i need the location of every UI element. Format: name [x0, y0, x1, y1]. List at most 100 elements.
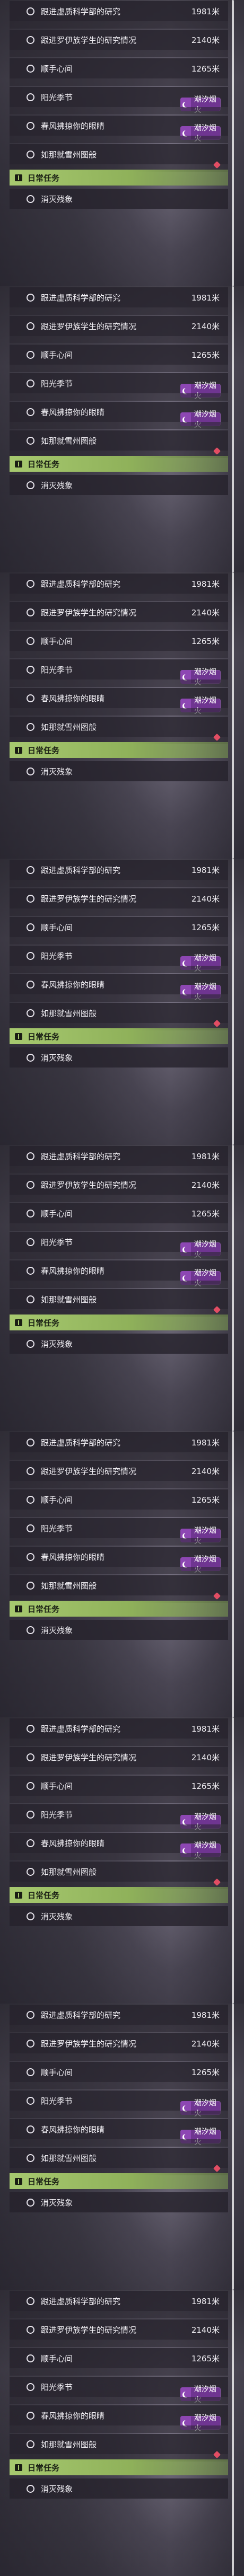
quest-row[interactable]: 跟进虚质科学部的研究 1981米 [10, 2291, 228, 2311]
quest-row[interactable]: 跟进罗伊族学生的研究情况 2140米 [10, 316, 228, 336]
quest-row[interactable]: 顺手心间 1265米 [10, 917, 228, 937]
quest-row[interactable]: 跟进罗伊族学生的研究情况 2140米 [10, 2319, 228, 2340]
quest-row-spacer [10, 50, 228, 57]
event-quest-row[interactable]: 如那就雪州图般 [10, 1003, 228, 1023]
scrollbar-thumb[interactable] [232, 1431, 234, 1717]
quest-row[interactable]: 顺手心间 1265米 [10, 2348, 228, 2368]
daily-quest-row[interactable]: 消灭残象 [10, 1620, 228, 1640]
scrollbar[interactable] [232, 2290, 234, 2576]
circle-outline-icon [27, 322, 34, 330]
quest-row[interactable]: 跟进虚质科学部的研究 1981米 [10, 2005, 228, 2025]
scrollbar-thumb[interactable] [232, 2290, 234, 2576]
daily-tasks-header[interactable]: 日常任务 [10, 742, 228, 758]
daily-quest-row[interactable]: 消灭残象 [10, 761, 228, 781]
scrollbar-thumb[interactable] [232, 572, 234, 859]
circle-outline-icon [27, 2383, 34, 2391]
event-quest-row[interactable]: 如那就雪州图般 [10, 717, 228, 737]
daily-quest-row[interactable]: 消灭残象 [10, 1047, 228, 1068]
quest-name: 消灭残象 [41, 766, 73, 777]
screenshot-frame: 跟进虚质科学部的研究 1981米 跟进罗伊族学生的研究情况 2140米顺手心间 1265… [0, 572, 244, 859]
quest-row-spacer [10, 1538, 228, 1546]
scrollbar[interactable] [232, 286, 234, 572]
scrollbar[interactable] [232, 1717, 234, 2004]
daily-quest-row[interactable]: 消灭残象 [10, 1334, 228, 1354]
quest-row[interactable]: 跟进罗伊族学生的研究情况 2140米 [10, 30, 228, 50]
quest-row[interactable]: 跟进虚质科学部的研究 1981米 [10, 1718, 228, 1739]
daily-tasks-header[interactable]: 日常任务 [10, 1315, 228, 1330]
quest-row-spacer [10, 880, 228, 887]
quest-row[interactable]: 顺手心间 1265米 [10, 58, 228, 78]
circle-outline-icon [27, 379, 34, 387]
quest-row[interactable]: 顺手心间 1265米 [10, 1776, 228, 1796]
quest-row[interactable]: 顺手心间 1265米 [10, 2062, 228, 2082]
scrollbar[interactable] [232, 572, 234, 859]
daily-tasks-header[interactable]: 日常任务 [10, 2459, 228, 2475]
book-icon [15, 1891, 22, 1899]
quest-row-spacer [10, 680, 228, 687]
scrollbar-thumb[interactable] [232, 2004, 234, 2290]
scrollbar-thumb[interactable] [232, 1145, 234, 1431]
daily-tasks-header[interactable]: 日常任务 [10, 2173, 228, 2189]
quest-row[interactable]: 跟进虚质科学部的研究 1981米 [10, 1432, 228, 1452]
quest-row[interactable]: 跟进罗伊族学生的研究情况 2140米 [10, 602, 228, 622]
scrollbar[interactable] [232, 1145, 234, 1431]
daily-quest-row[interactable]: 消灭残象 [10, 2478, 228, 2499]
quest-distance: 1981米 [191, 1724, 220, 1734]
quest-distance: 1265米 [191, 1781, 220, 1791]
scrollbar[interactable] [232, 2004, 234, 2290]
book-icon [15, 2464, 22, 2471]
scrollbar-thumb[interactable] [232, 859, 234, 1145]
event-quest-row[interactable]: 如那就雪州图般 [10, 2148, 228, 2168]
quest-row-spacer [10, 2397, 228, 2404]
quest-row[interactable]: 跟进虚质科学部的研究 1981米 [10, 287, 228, 307]
daily-quest-row[interactable]: 消灭残象 [10, 1906, 228, 1926]
daily-tasks-header[interactable]: 日常任务 [10, 456, 228, 472]
quest-row[interactable]: 跟进虚质科学部的研究 1981米 [10, 1, 228, 21]
daily-quest-row[interactable]: 消灭残象 [10, 2192, 228, 2212]
scrollbar-thumb[interactable] [232, 286, 234, 572]
event-quest-row[interactable]: 如那就雪州图般 [10, 1862, 228, 1882]
scrollbar[interactable] [232, 859, 234, 1145]
quest-tracker-panel: 跟进虚质科学部的研究 1981米 跟进罗伊族学生的研究情况 2140米 顺手心间 1265… [10, 1431, 228, 1717]
quest-row[interactable]: 跟进虚质科学部的研究 1981米 [10, 574, 228, 594]
event-quest-row[interactable]: 如那就雪州图般 [10, 430, 228, 451]
quest-name: 阳光季节 [41, 378, 73, 389]
quest-name: 顺手心间 [41, 350, 73, 360]
quest-row[interactable]: 跟进虚质科学部的研究 1981米 [10, 860, 228, 880]
quest-name: 顺手心间 [41, 636, 73, 646]
daily-tasks-header[interactable]: 日常任务 [10, 1887, 228, 1903]
quest-row[interactable]: 跟进虚质科学部的研究 1981米 [10, 1146, 228, 1166]
event-quest-row[interactable]: 如那就雪州图般 [10, 1289, 228, 1309]
daily-quest-row[interactable]: 消灭残象 [10, 475, 228, 495]
daily-tasks-header[interactable]: 日常任务 [10, 1028, 228, 1044]
scrollbar-thumb[interactable] [232, 1717, 234, 2004]
quest-name: 跟进虚质科学部的研究 [41, 1724, 121, 1734]
quest-row[interactable]: 跟进罗伊族学生的研究情况 2140米 [10, 1461, 228, 1481]
quest-row[interactable]: 顺手心间 1265米 [10, 345, 228, 365]
quest-row[interactable]: 顺手心间 1265米 [10, 1203, 228, 1223]
scrollbar-thumb[interactable] [232, 0, 234, 286]
event-quest-row[interactable]: 如那就雪州图般 [10, 1575, 228, 1595]
scrollbar[interactable] [232, 1431, 234, 1717]
quest-name: 消灭残象 [41, 2198, 73, 2208]
quest-row[interactable]: 跟进罗伊族学生的研究情况 2140米 [10, 888, 228, 908]
daily-tasks-header[interactable]: 日常任务 [10, 170, 228, 186]
daily-quest-row[interactable]: 消灭残象 [10, 189, 228, 209]
quest-name: 跟进罗伊族学生的研究情况 [41, 321, 137, 331]
quest-row[interactable]: 跟进罗伊族学生的研究情况 2140米 [10, 1175, 228, 1195]
quest-name: 春风拂掠你的眼睛 [41, 1552, 105, 1562]
event-quest-row[interactable]: 如那就雪州图般 [10, 144, 228, 164]
quest-row[interactable]: 顺手心间 1265米 [10, 631, 228, 651]
daily-tasks-header[interactable]: 日常任务 [10, 1601, 228, 1617]
event-quest-row[interactable]: 如那就雪州图般 [10, 2434, 228, 2454]
scrollbar[interactable] [232, 0, 234, 286]
quest-row-spacer [10, 1824, 228, 1832]
circle-outline-icon [27, 121, 34, 130]
quest-row[interactable]: 跟进罗伊族学生的研究情况 2140米 [10, 1747, 228, 1767]
circle-outline-icon [27, 2354, 34, 2362]
quest-row[interactable]: 跟进罗伊族学生的研究情况 2140米 [10, 2033, 228, 2053]
quest-name: 顺手心间 [41, 922, 73, 932]
quest-row[interactable]: 顺手心间 1265米 [10, 1489, 228, 1510]
quest-distance: 2140米 [191, 607, 220, 617]
quest-distance: 1265米 [191, 636, 220, 646]
